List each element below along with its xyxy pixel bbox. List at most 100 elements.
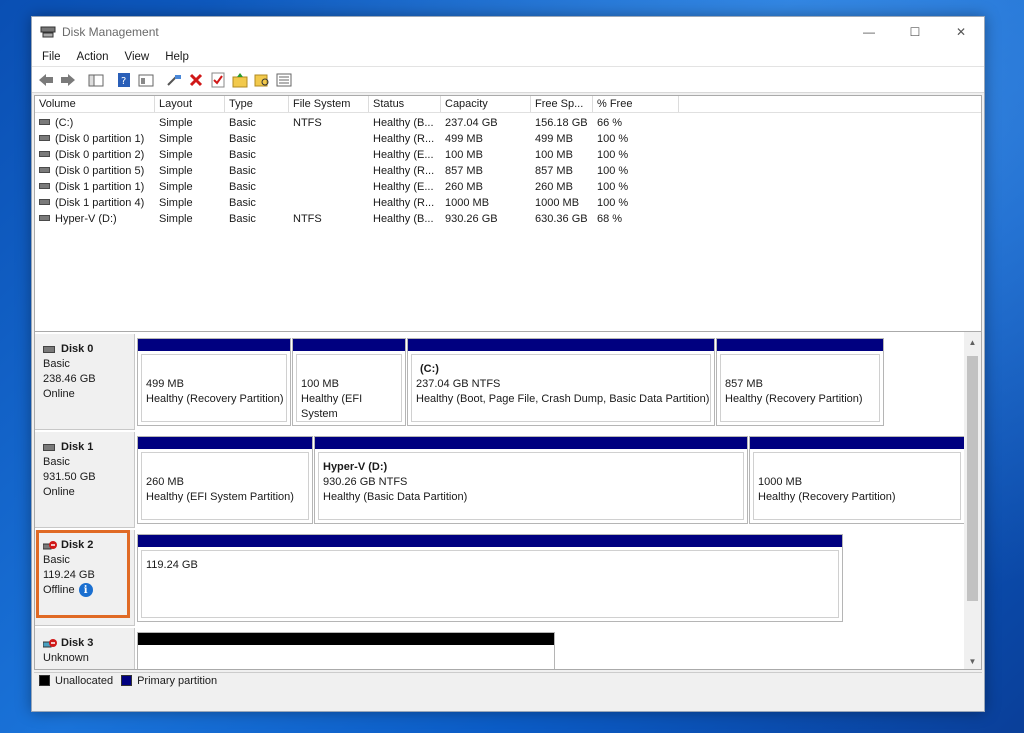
disk-icon <box>43 346 55 353</box>
volume-name: (Disk 1 partition 1) <box>55 181 145 193</box>
table-row[interactable]: (Disk 1 partition 1) Simple Basic Health… <box>35 179 981 195</box>
partition-size: 100 MB <box>301 378 339 390</box>
primary-partition-bar <box>138 437 312 449</box>
volume-status: Healthy (R... <box>373 197 435 209</box>
table-row[interactable]: (Disk 0 partition 2) Simple Basic Health… <box>35 147 981 163</box>
volume-name: (Disk 0 partition 2) <box>55 149 145 161</box>
folder-up-icon[interactable] <box>230 70 250 90</box>
table-row[interactable]: (Disk 0 partition 5) Simple Basic Health… <box>35 163 981 179</box>
table-row[interactable]: (Disk 1 partition 4) Simple Basic Health… <box>35 195 981 211</box>
table-row[interactable]: (Disk 0 partition 1) Simple Basic Health… <box>35 131 981 147</box>
partition-size: 119.24 GB <box>146 559 198 571</box>
partition-box[interactable]: 499 MB Healthy (Recovery Partition) <box>137 338 291 426</box>
column-volume[interactable]: Volume <box>35 96 155 112</box>
disk-0-label[interactable]: Disk 0 Basic 238.46 GB Online <box>35 334 135 430</box>
scroll-thumb[interactable] <box>967 356 978 601</box>
disk-1-label[interactable]: Disk 1 Basic 931.50 GB Online <box>35 432 135 528</box>
partition-status: Healthy (Recovery Partition) <box>146 393 284 405</box>
menu-view[interactable]: View <box>117 51 158 63</box>
menu-file[interactable]: File <box>34 51 69 63</box>
table-row[interactable]: Hyper-V (D:) Simple Basic NTFS Healthy (… <box>35 211 981 227</box>
disk-status: Online <box>43 486 75 498</box>
toolbar: ? <box>32 67 984 93</box>
partition-box[interactable]: 857 MB Healthy (Recovery Partition) <box>716 338 884 426</box>
primary-partition-bar <box>315 437 747 449</box>
close-button[interactable]: ✕ <box>938 17 984 47</box>
volume-percent-free: 100 % <box>597 181 629 193</box>
volume-type: Basic <box>229 181 256 193</box>
volume-type: Basic <box>229 133 256 145</box>
volume-fs: NTFS <box>293 117 322 129</box>
console-tree-icon[interactable] <box>86 70 106 90</box>
primary-partition-swatch <box>121 675 133 686</box>
disk-pane-scrollbar[interactable]: ▲ ▼ <box>964 332 981 669</box>
volume-icon <box>39 215 50 222</box>
menu-help[interactable]: Help <box>157 51 197 63</box>
scroll-up-icon[interactable]: ▲ <box>964 334 981 350</box>
scroll-down-icon[interactable]: ▼ <box>964 653 981 669</box>
column-capacity[interactable]: Capacity <box>441 96 531 112</box>
delete-icon[interactable] <box>186 70 206 90</box>
volume-layout: Simple <box>159 165 193 177</box>
help-icon[interactable]: ? <box>114 70 134 90</box>
column-layout[interactable]: Layout <box>155 96 225 112</box>
disk-3-label[interactable]: Disk 3 Unknown <box>35 628 135 669</box>
menu-action[interactable]: Action <box>69 51 117 63</box>
list-view-icon[interactable] <box>274 70 294 90</box>
volume-icon <box>39 183 50 190</box>
column-file-system[interactable]: File System <box>289 96 369 112</box>
forward-icon[interactable] <box>58 70 78 90</box>
properties-icon[interactable] <box>136 70 156 90</box>
volume-name: (C:) <box>55 117 74 129</box>
disk-management-app-icon <box>40 25 56 39</box>
partition-box[interactable]: 100 MB Healthy (EFI System <box>292 338 406 426</box>
partition-box[interactable]: 1000 MB Healthy (Recovery Partition) <box>749 436 965 524</box>
volume-free: 156.18 GB <box>535 117 588 129</box>
primary-partition-bar <box>138 339 290 351</box>
legend-primary-partition: Primary partition <box>137 674 218 687</box>
partition-status: Healthy (EFI System <box>301 393 363 420</box>
volume-layout: Simple <box>159 149 193 161</box>
folder-search-icon[interactable] <box>252 70 272 90</box>
column-status[interactable]: Status <box>369 96 441 112</box>
partition-status: Healthy (Boot, Page File, Crash Dump, Ba… <box>416 393 710 405</box>
volume-capacity: 100 MB <box>445 149 483 161</box>
volume-type: Basic <box>229 197 256 209</box>
minimize-button[interactable]: — <box>846 17 892 47</box>
partition-box[interactable]: (C:) 237.04 GB NTFS Healthy (Boot, Page … <box>407 338 715 426</box>
volume-capacity: 237.04 GB <box>445 117 498 129</box>
volume-percent-free: 100 % <box>597 133 629 145</box>
table-row[interactable]: (C:) Simple Basic NTFS Healthy (B... 237… <box>35 115 981 131</box>
menu-bar: File Action View Help <box>32 47 984 67</box>
partition-box[interactable]: 260 MB Healthy (EFI System Partition) <box>137 436 313 524</box>
partition-size: 857 MB <box>725 378 763 390</box>
maximize-button[interactable]: ☐ <box>892 17 938 47</box>
volume-capacity: 930.26 GB <box>445 213 498 225</box>
volume-capacity: 499 MB <box>445 133 483 145</box>
partition-box[interactable]: Hyper-V (D:) 930.26 GB NTFS Healthy (Bas… <box>314 436 748 524</box>
primary-partition-bar <box>717 339 883 351</box>
volume-list-header: Volume Layout Type File System Status Ca… <box>35 96 981 113</box>
column-percent-free[interactable]: % Free <box>593 96 679 112</box>
primary-partition-bar <box>750 437 964 449</box>
checklist-icon[interactable] <box>208 70 228 90</box>
column-free-space[interactable]: Free Sp... <box>531 96 593 112</box>
back-icon[interactable] <box>36 70 56 90</box>
volume-free: 857 MB <box>535 165 573 177</box>
volume-name: (Disk 0 partition 1) <box>55 133 145 145</box>
disk-2-highlight <box>36 530 130 618</box>
column-type[interactable]: Type <box>225 96 289 112</box>
partition-status: Healthy (Recovery Partition) <box>725 393 863 405</box>
partition-box[interactable]: 119.24 GB <box>137 534 843 622</box>
volume-status: Healthy (B... <box>373 213 434 225</box>
connect-icon[interactable] <box>164 70 184 90</box>
partition-box[interactable] <box>137 632 555 669</box>
disk-1-row: Disk 1 Basic 931.50 GB Online 260 MB Hea… <box>35 432 965 528</box>
volume-name: Hyper-V (D:) <box>55 213 117 225</box>
disk-name: Disk 0 <box>61 343 94 355</box>
volume-free: 499 MB <box>535 133 573 145</box>
title-bar[interactable]: Disk Management — ☐ ✕ <box>32 17 984 47</box>
volume-free: 1000 MB <box>535 197 580 209</box>
partition-title: (C:) <box>420 363 439 375</box>
volume-percent-free: 66 % <box>597 117 623 129</box>
